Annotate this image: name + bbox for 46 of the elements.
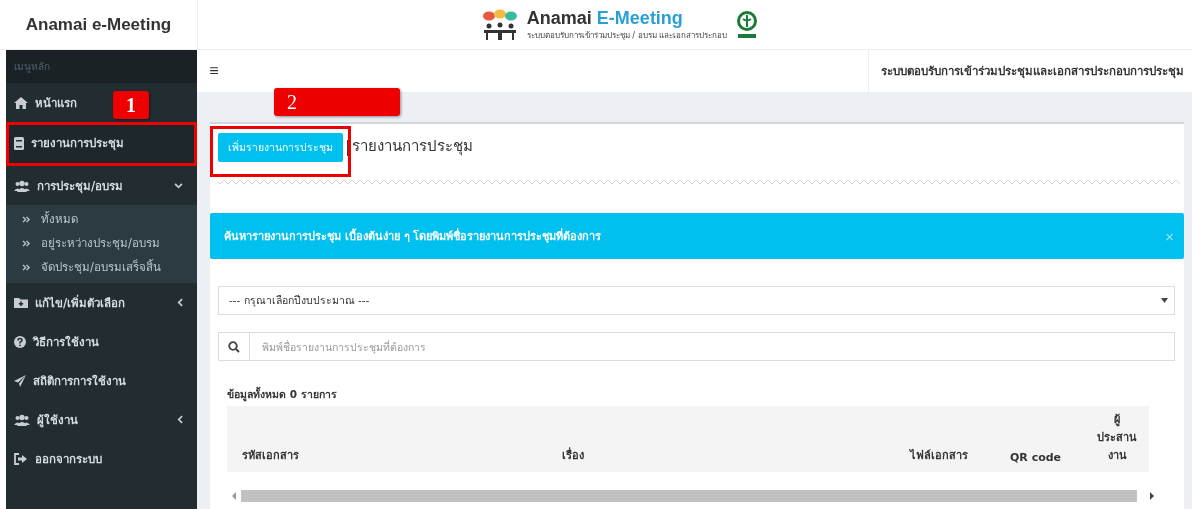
paper-plane-icon (14, 374, 26, 387)
search-field[interactable]: พิมพ์ชื่อรายงานการประชุมที่ต้องการ (218, 332, 1175, 361)
dropdown-arrow-icon (1161, 298, 1168, 303)
app-title: Anamai e-Meeting (25, 14, 172, 35)
submenu-item[interactable]: อยู่ระหว่างประชุม/อบรม (6, 231, 197, 255)
emblem-icon (735, 9, 760, 40)
column-header: เรื่อง (562, 446, 584, 464)
users-icon (14, 179, 30, 192)
callout-number: 1 (113, 91, 149, 119)
record-count: ข้อมูลทั้งหมด 0 รายการ (227, 386, 338, 403)
meeting-logo-icon (480, 8, 519, 41)
sidebar-item[interactable]: วิธีการใช้งาน (14, 332, 99, 351)
search-icon (228, 340, 240, 353)
column-header: ผู้ประสานงาน (1096, 412, 1138, 464)
folder-plus-icon (14, 297, 28, 308)
users-icon (14, 413, 30, 426)
logo-name: Anamai E-Meeting (526, 7, 684, 29)
system-title: ระบบตอบรับการเข้าร่วมประชุมและเอกสารประกอบการประชุม (881, 63, 1184, 80)
book-icon (14, 136, 24, 150)
scroll-left-icon[interactable] (231, 492, 237, 500)
page-title: รายงานการประชุม (352, 136, 474, 158)
submenu-item[interactable]: ทั้งหมด (6, 207, 197, 231)
sidebar-item[interactable]: ออกจากระบบ (14, 449, 102, 468)
submenu-item[interactable]: จัดประชุม/อบรมเสร็จสิ้น (6, 255, 197, 279)
scroll-right-icon[interactable] (1149, 492, 1155, 500)
callout-number: 2 (274, 87, 400, 116)
sidebar-item[interactable]: หน้าแรก (14, 93, 77, 112)
double-chevron-icon (22, 263, 31, 271)
column-header: ไฟล์เอกสาร (910, 448, 969, 464)
column-header: รหัสเอกสาร (242, 448, 300, 464)
sidebar-item[interactable]: แก้ไข/เพิ่มตัวเลือก (14, 293, 126, 312)
sign-out-icon (14, 452, 28, 465)
sidebar-item[interactable]: สถิติการการใช้งาน (14, 371, 126, 390)
double-chevron-icon (22, 239, 31, 247)
sidebar-item[interactable]: ผู้ใช้งาน (14, 410, 78, 429)
sidebar-header: เมนูหลัก (14, 60, 50, 74)
sidebar-item[interactable]: การประชุม/อบรม (14, 176, 124, 195)
title-separator: | (345, 136, 351, 156)
column-header: QR code (1010, 451, 1063, 464)
logo-tagline: ระบบตอบรับการเข้าร่วมประชุม / อบรม และเอกสารประกอบ (526, 29, 728, 42)
home-icon (14, 96, 28, 109)
double-chevron-icon (22, 215, 31, 223)
menu-toggle-button[interactable]: ≡ (197, 50, 231, 92)
help-icon (14, 335, 26, 348)
info-text: ค้นหารายงานการประชุม เบื้องต้นง่าย ๆ โดยพิมพ์ชื่อรายงานการประชุมที่ต้องการ (224, 227, 603, 245)
year-select[interactable]: --- กรุณาเลือกปีงบประมาณ --- (218, 286, 1175, 315)
